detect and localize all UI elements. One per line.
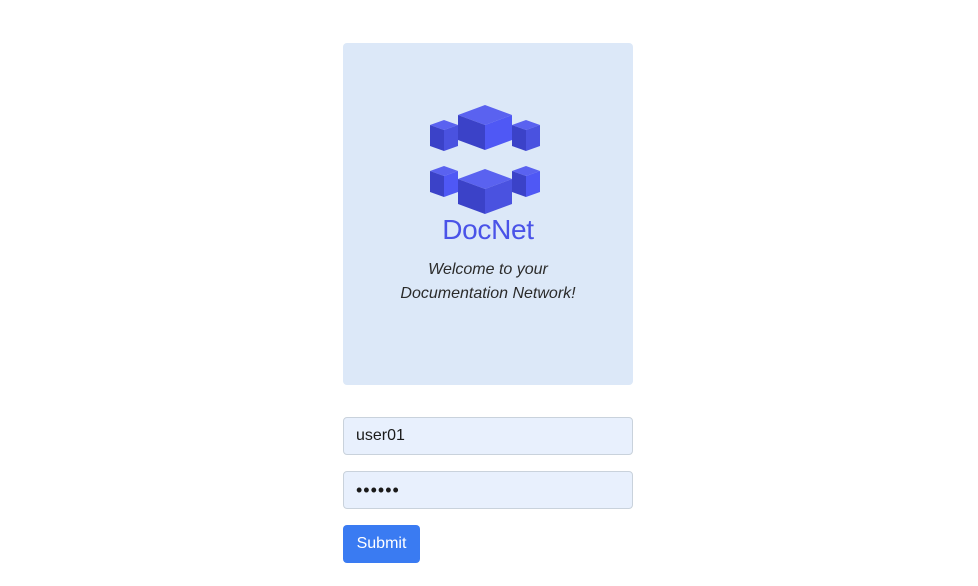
welcome-tagline: Welcome to your Documentation Network! [363,258,613,306]
brand-card: DocNet Welcome to your Documentation Net… [343,43,633,385]
brand-name: DocNet [442,214,534,245]
password-input[interactable] [343,471,633,509]
tagline-line-1: Welcome to your [428,261,548,278]
username-input[interactable] [343,417,633,455]
tagline-line-2: Documentation Network! [400,285,576,302]
submit-button[interactable]: Submit [343,525,420,563]
login-page: DocNet Welcome to your Documentation Net… [0,0,978,586]
cubes-logo-icon [430,105,540,214]
